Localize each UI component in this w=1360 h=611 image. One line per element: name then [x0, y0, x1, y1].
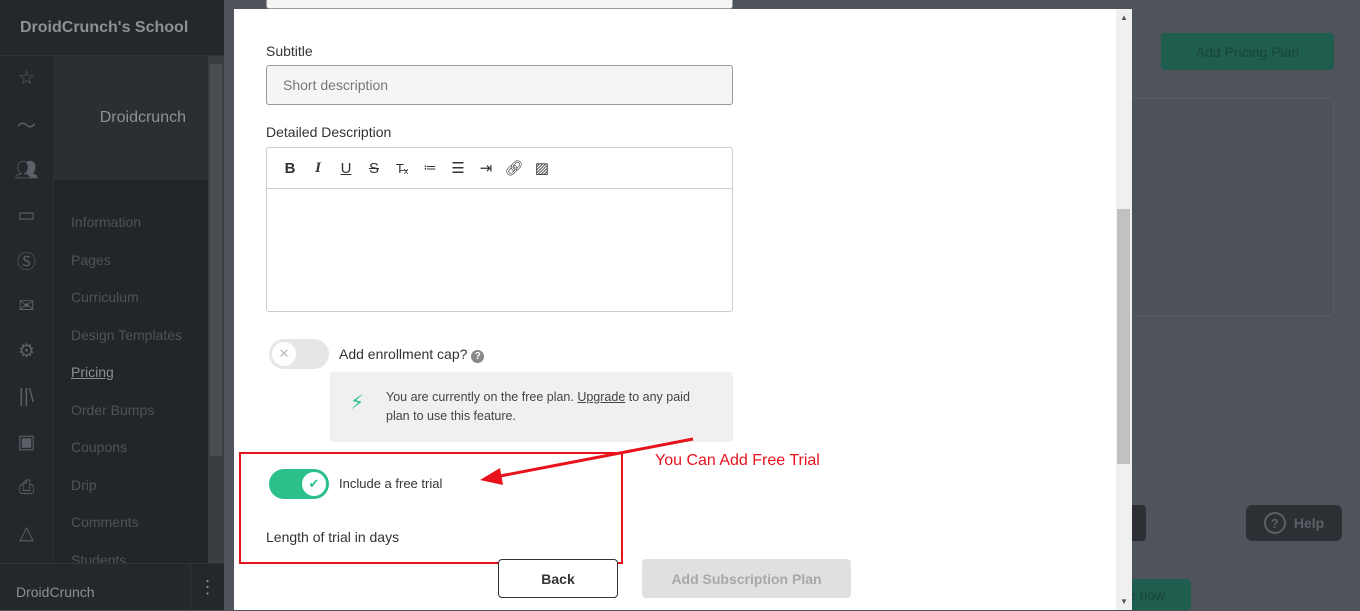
- add-subscription-plan-button[interactable]: Add Subscription Plan: [642, 559, 851, 598]
- annotation-text: You Can Add Free Trial: [655, 452, 820, 469]
- modal-scrollbar[interactable]: ▲ ▼: [1116, 9, 1132, 610]
- back-button[interactable]: Back: [498, 559, 618, 598]
- annotation-arrow: [480, 437, 694, 485]
